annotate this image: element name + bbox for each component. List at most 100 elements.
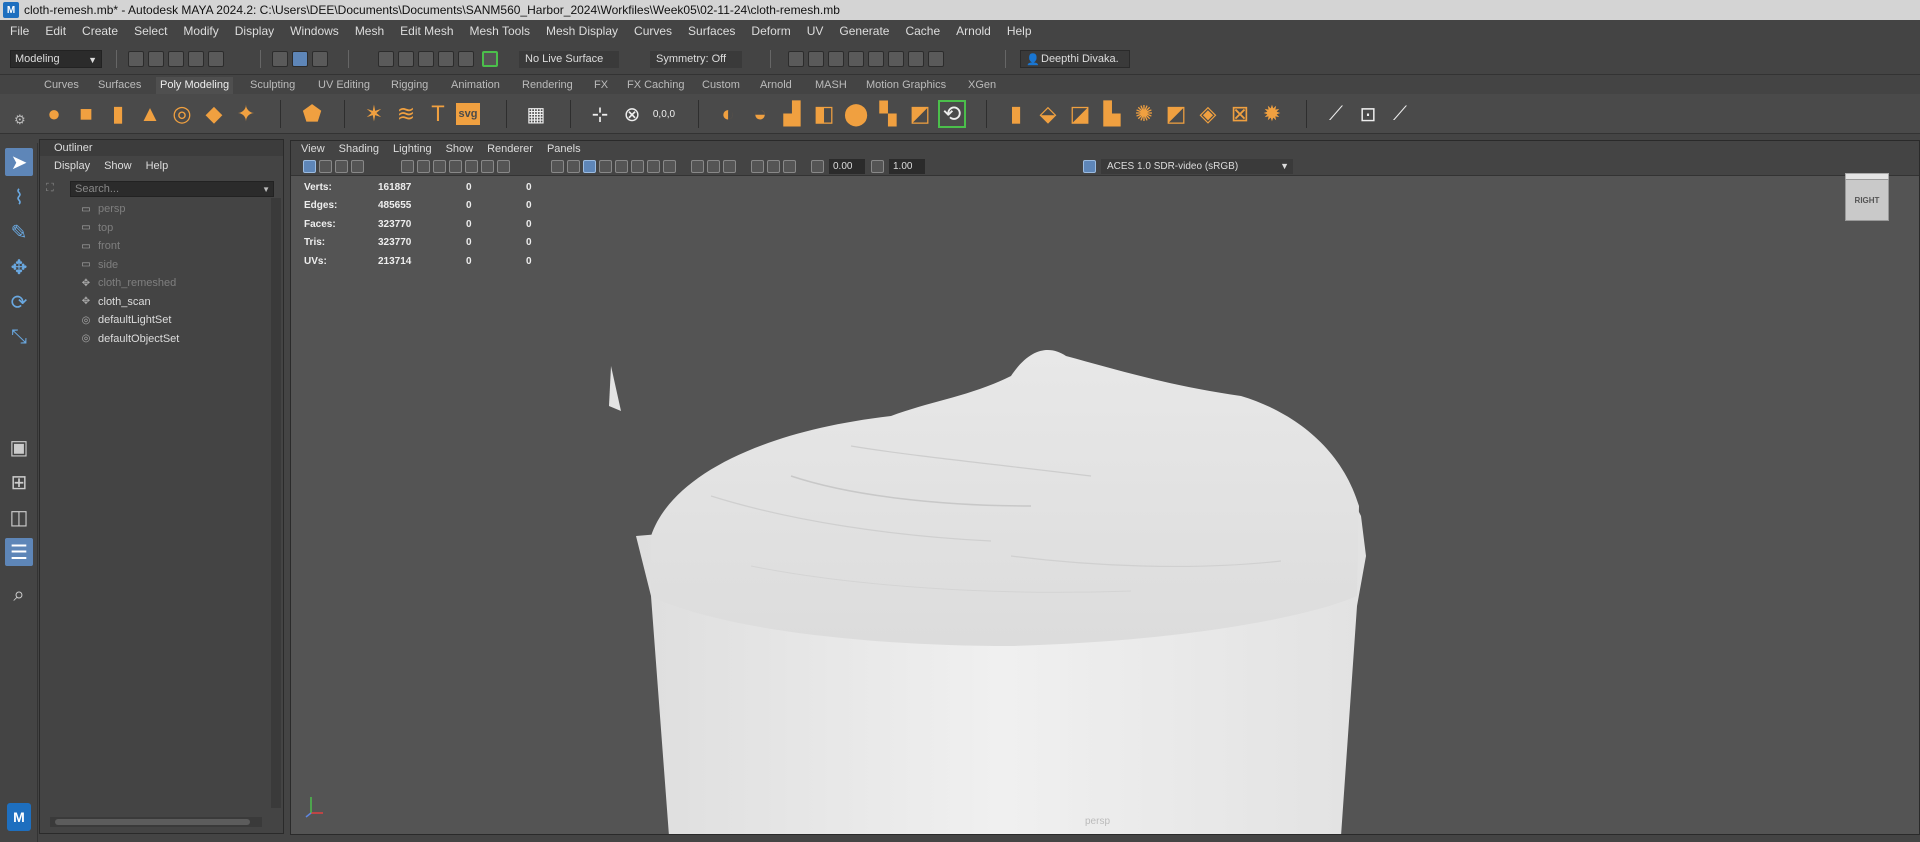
film-gate-icon[interactable]	[417, 160, 430, 173]
poly-cone-icon[interactable]: ▲	[136, 100, 164, 128]
outliner-item-default-object-set[interactable]: ◎ defaultObjectSet	[40, 330, 272, 349]
select-hierarchy-icon[interactable]	[272, 51, 288, 67]
outliner-layout-icon[interactable]: ☰	[5, 538, 33, 566]
shelf-tab-custom[interactable]: Custom	[702, 77, 740, 94]
boolean-icon[interactable]: ▟	[778, 100, 806, 128]
platonic-solid-icon[interactable]: ⬟	[298, 100, 326, 128]
outliner-item-cloth-remeshed[interactable]: ✥ cloth_remeshed	[40, 274, 272, 293]
poly-type-icon[interactable]: T	[424, 100, 452, 128]
move-tool-icon[interactable]: ✥	[5, 253, 33, 281]
extrude-icon[interactable]: ▮	[1002, 100, 1030, 128]
two-view-layout-icon[interactable]: ◫	[5, 503, 33, 531]
shelf-tab-motion-graphics[interactable]: Motion Graphics	[866, 77, 946, 94]
shelf-tab-mash[interactable]: MASH	[815, 77, 847, 94]
menu-edit-mesh[interactable]: Edit Mesh	[400, 24, 453, 38]
menu-uv[interactable]: UV	[807, 24, 824, 38]
live-surface-field[interactable]: No Live Surface	[519, 51, 619, 68]
poly-disc-icon[interactable]: ✦	[232, 100, 260, 128]
freeze-transform-icon[interactable]: 0,0,0	[650, 100, 678, 128]
menu-generate[interactable]: Generate	[839, 24, 889, 38]
bevel-icon[interactable]: ◪	[1066, 100, 1094, 128]
smooth-shade-icon[interactable]	[567, 160, 580, 173]
search-icon[interactable]: ⌕	[5, 581, 33, 609]
shelf-tab-fx[interactable]: FX	[594, 77, 608, 94]
view-cube-right-face[interactable]: RIGHT	[1845, 179, 1889, 221]
poly-torus-icon[interactable]: ◎	[168, 100, 196, 128]
menu-modify[interactable]: Modify	[183, 24, 218, 38]
snap-view-plane-icon[interactable]	[438, 51, 454, 67]
separate-icon[interactable]: ◒	[746, 100, 774, 128]
select-tool-icon[interactable]: ➤	[5, 148, 33, 176]
select-component-icon[interactable]	[312, 51, 328, 67]
sweep-mesh-icon[interactable]: ≋	[392, 100, 420, 128]
shelf-tab-uv-editing[interactable]: UV Editing	[318, 77, 370, 94]
exposure-field[interactable]: 0.00	[829, 159, 865, 174]
outliner-vertical-scrollbar[interactable]	[271, 198, 281, 808]
chevron-down-icon[interactable]: ▼	[262, 183, 270, 197]
retopologize-icon[interactable]: ⟲	[938, 100, 966, 128]
poke-icon[interactable]: ✹	[1258, 100, 1286, 128]
arnold-ipr-icon[interactable]	[908, 51, 924, 67]
menu-arnold[interactable]: Arnold	[956, 24, 991, 38]
snap-live-icon[interactable]	[482, 51, 498, 67]
smooth-icon[interactable]: ⬤	[842, 100, 870, 128]
color-management-icon[interactable]	[1083, 160, 1096, 173]
resolution-gate-icon[interactable]	[433, 160, 446, 173]
poly-sphere-icon[interactable]: ●	[40, 100, 68, 128]
outliner-item-side[interactable]: ▭ side	[40, 256, 272, 275]
shelf-tab-rendering[interactable]: Rendering	[522, 77, 573, 94]
snap-grid-icon[interactable]	[378, 51, 394, 67]
menu-deform[interactable]: Deform	[751, 24, 790, 38]
pause-icon[interactable]	[928, 51, 944, 67]
poly-plane-icon[interactable]: ◆	[200, 100, 228, 128]
super-shape-icon[interactable]: ✶	[360, 100, 388, 128]
shelf-options-gear-icon[interactable]: ⚙	[14, 112, 26, 128]
new-scene-icon[interactable]	[128, 51, 144, 67]
menu-mesh-tools[interactable]: Mesh Tools	[470, 24, 530, 38]
mirror-icon[interactable]: ◧	[810, 100, 838, 128]
snap-curve-icon[interactable]	[398, 51, 414, 67]
motion-blur-icon[interactable]	[691, 160, 704, 173]
four-view-layout-icon[interactable]: ⊞	[5, 468, 33, 496]
select-object-icon[interactable]	[292, 51, 308, 67]
merge-icon[interactable]: ◩	[1162, 100, 1190, 128]
open-scene-icon[interactable]	[148, 51, 164, 67]
outliner-menu-help[interactable]: Help	[146, 160, 169, 172]
filter-icon[interactable]: ⛶	[46, 182, 54, 195]
xray-active-icon[interactable]	[783, 160, 796, 173]
viewport-menu-renderer[interactable]: Renderer	[487, 143, 533, 155]
field-chart-icon[interactable]	[465, 160, 478, 173]
edge-loop-icon[interactable]: ⊡	[1354, 100, 1382, 128]
screen-space-ao-icon[interactable]	[663, 160, 676, 173]
menu-windows[interactable]: Windows	[290, 24, 339, 38]
camera-attributes-icon[interactable]	[319, 160, 332, 173]
menu-surfaces[interactable]: Surfaces	[688, 24, 735, 38]
pivot-icon[interactable]: ⊹	[586, 100, 614, 128]
render-view-icon[interactable]	[788, 51, 804, 67]
viewport-menu-view[interactable]: View	[301, 143, 325, 155]
poly-cube-icon[interactable]: ■	[72, 100, 100, 128]
single-perspective-layout-icon[interactable]: ▣	[5, 433, 33, 461]
menu-mesh[interactable]: Mesh	[355, 24, 384, 38]
svg-mesh-icon[interactable]: svg	[456, 103, 480, 125]
cloth-scan-mesh[interactable]	[291, 176, 1920, 835]
shelf-tab-arnold[interactable]: Arnold	[760, 77, 792, 94]
menu-help[interactable]: Help	[1007, 24, 1032, 38]
fill-hole-icon[interactable]: ▙	[1098, 100, 1126, 128]
arnold-render-icon[interactable]	[888, 51, 904, 67]
safe-action-icon[interactable]	[481, 160, 494, 173]
textured-icon[interactable]	[615, 160, 628, 173]
outliner-item-persp[interactable]: ▭ persp	[40, 200, 272, 219]
calculator-icon[interactable]: ▦	[522, 100, 550, 128]
outliner-menu-display[interactable]: Display	[54, 160, 90, 172]
outliner-search-input[interactable]: Search... ▼	[70, 181, 274, 197]
shelf-tab-rigging[interactable]: Rigging	[391, 77, 428, 94]
symmetry-dropdown[interactable]: Symmetry: Off	[650, 51, 742, 68]
outliner-item-top[interactable]: ▭ top	[40, 219, 272, 238]
quadrangulate-icon[interactable]: ⊠	[1226, 100, 1254, 128]
menu-cache[interactable]: Cache	[905, 24, 940, 38]
quad-draw-icon[interactable]: ⟋	[1386, 100, 1414, 128]
append-polygon-icon[interactable]: ✺	[1130, 100, 1158, 128]
outliner-item-front[interactable]: ▭ front	[40, 237, 272, 256]
view-cube[interactable]: RIGHT	[1843, 173, 1891, 223]
